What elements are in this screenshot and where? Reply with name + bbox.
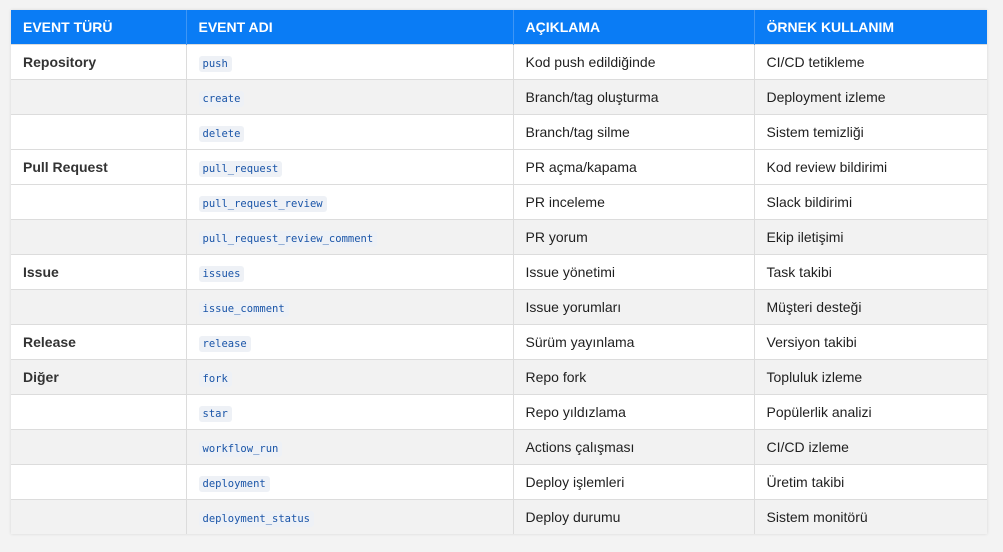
table-row: deployment_status Deploy durumu Sistem m… <box>11 499 987 534</box>
cell-event-type <box>11 499 187 534</box>
header-event-type: EVENT TÜRÜ <box>11 10 187 45</box>
table-header-row: EVENT TÜRÜ EVENT ADI AÇIKLAMA ÖRNEK KULL… <box>11 10 987 45</box>
cell-description: PR açma/kapama <box>513 149 755 185</box>
cell-description: Branch/tag oluşturma <box>513 79 755 115</box>
cell-description: PR inceleme <box>513 184 755 220</box>
cell-example: CI/CD tetikleme <box>754 44 987 80</box>
event-code: fork <box>198 371 232 387</box>
event-code: deployment <box>198 476 270 492</box>
table-row: create Branch/tag oluşturma Deployment i… <box>11 79 987 115</box>
event-code: issues <box>198 266 245 282</box>
cell-description: Sürüm yayınlama <box>513 324 755 360</box>
event-code: push <box>198 56 232 72</box>
cell-event-type: Issue <box>11 254 187 290</box>
cell-example: Slack bildirimi <box>754 184 987 220</box>
cell-example: CI/CD izleme <box>754 429 987 465</box>
cell-event-name: deployment_status <box>186 499 514 534</box>
header-example-usage: ÖRNEK KULLANIM <box>754 10 987 45</box>
event-table-container: EVENT TÜRÜ EVENT ADI AÇIKLAMA ÖRNEK KULL… <box>11 10 987 534</box>
table-row: star Repo yıldızlama Popülerlik analizi <box>11 394 987 430</box>
cell-description: Issue yönetimi <box>513 254 755 290</box>
cell-event-name: issues <box>186 254 514 290</box>
cell-event-type: Diğer <box>11 359 187 395</box>
cell-example: Üretim takibi <box>754 464 987 500</box>
cell-event-name: delete <box>186 114 514 150</box>
event-code: workflow_run <box>198 441 283 457</box>
table-row: Repository push Kod push edildiğinde CI/… <box>11 44 987 80</box>
cell-description: PR yorum <box>513 219 755 255</box>
event-code: pull_request_review <box>198 196 327 212</box>
table-row: Diğer fork Repo fork Topluluk izleme <box>11 359 987 395</box>
table-row: pull_request_review PR inceleme Slack bi… <box>11 184 987 220</box>
cell-description: Deploy işlemleri <box>513 464 755 500</box>
table-row: Issue issues Issue yönetimi Task takibi <box>11 254 987 290</box>
cell-event-name: pull_request <box>186 149 514 185</box>
cell-example: Müşteri desteği <box>754 289 987 325</box>
table-row: pull_request_review_comment PR yorum Eki… <box>11 219 987 255</box>
cell-description: Branch/tag silme <box>513 114 755 150</box>
event-code: create <box>198 91 245 107</box>
event-table: EVENT TÜRÜ EVENT ADI AÇIKLAMA ÖRNEK KULL… <box>11 10 987 534</box>
cell-description: Actions çalışması <box>513 429 755 465</box>
cell-event-name: pull_request_review <box>186 184 514 220</box>
cell-event-name: create <box>186 79 514 115</box>
cell-example: Versiyon takibi <box>754 324 987 360</box>
cell-event-name: issue_comment <box>186 289 514 325</box>
table-row: Release release Sürüm yayınlama Versiyon… <box>11 324 987 360</box>
cell-example: Deployment izleme <box>754 79 987 115</box>
cell-example: Topluluk izleme <box>754 359 987 395</box>
cell-description: Repo fork <box>513 359 755 395</box>
cell-event-type: Pull Request <box>11 149 187 185</box>
cell-event-type <box>11 289 187 325</box>
cell-event-type <box>11 429 187 465</box>
cell-event-type <box>11 219 187 255</box>
cell-description: Deploy durumu <box>513 499 755 534</box>
event-code: delete <box>198 126 245 142</box>
cell-event-type <box>11 184 187 220</box>
cell-example: Popülerlik analizi <box>754 394 987 430</box>
cell-description: Repo yıldızlama <box>513 394 755 430</box>
header-event-name: EVENT ADI <box>186 10 514 45</box>
cell-event-type: Repository <box>11 44 187 80</box>
cell-event-name: deployment <box>186 464 514 500</box>
table-row: workflow_run Actions çalışması CI/CD izl… <box>11 429 987 465</box>
cell-description: Issue yorumları <box>513 289 755 325</box>
header-description: AÇIKLAMA <box>513 10 755 45</box>
cell-event-type <box>11 464 187 500</box>
event-code: star <box>198 406 232 422</box>
cell-example: Task takibi <box>754 254 987 290</box>
event-code: issue_comment <box>198 301 289 317</box>
cell-event-type <box>11 79 187 115</box>
cell-event-name: star <box>186 394 514 430</box>
cell-event-type: Release <box>11 324 187 360</box>
cell-event-name: push <box>186 44 514 80</box>
cell-event-type <box>11 114 187 150</box>
cell-example: Sistem monitörü <box>754 499 987 534</box>
table-row: Pull Request pull_request PR açma/kapama… <box>11 149 987 185</box>
cell-event-name: workflow_run <box>186 429 514 465</box>
event-code: pull_request <box>198 161 283 177</box>
cell-event-name: fork <box>186 359 514 395</box>
cell-event-name: pull_request_review_comment <box>186 219 514 255</box>
cell-description: Kod push edildiğinde <box>513 44 755 80</box>
cell-example: Ekip iletişimi <box>754 219 987 255</box>
cell-example: Sistem temizliği <box>754 114 987 150</box>
table-row: deployment Deploy işlemleri Üretim takib… <box>11 464 987 500</box>
event-code: pull_request_review_comment <box>198 231 378 247</box>
table-row: issue_comment Issue yorumları Müşteri de… <box>11 289 987 325</box>
cell-example: Kod review bildirimi <box>754 149 987 185</box>
cell-event-type <box>11 394 187 430</box>
table-row: delete Branch/tag silme Sistem temizliği <box>11 114 987 150</box>
cell-event-name: release <box>186 324 514 360</box>
event-code: release <box>198 336 251 352</box>
event-code: deployment_status <box>198 511 314 527</box>
